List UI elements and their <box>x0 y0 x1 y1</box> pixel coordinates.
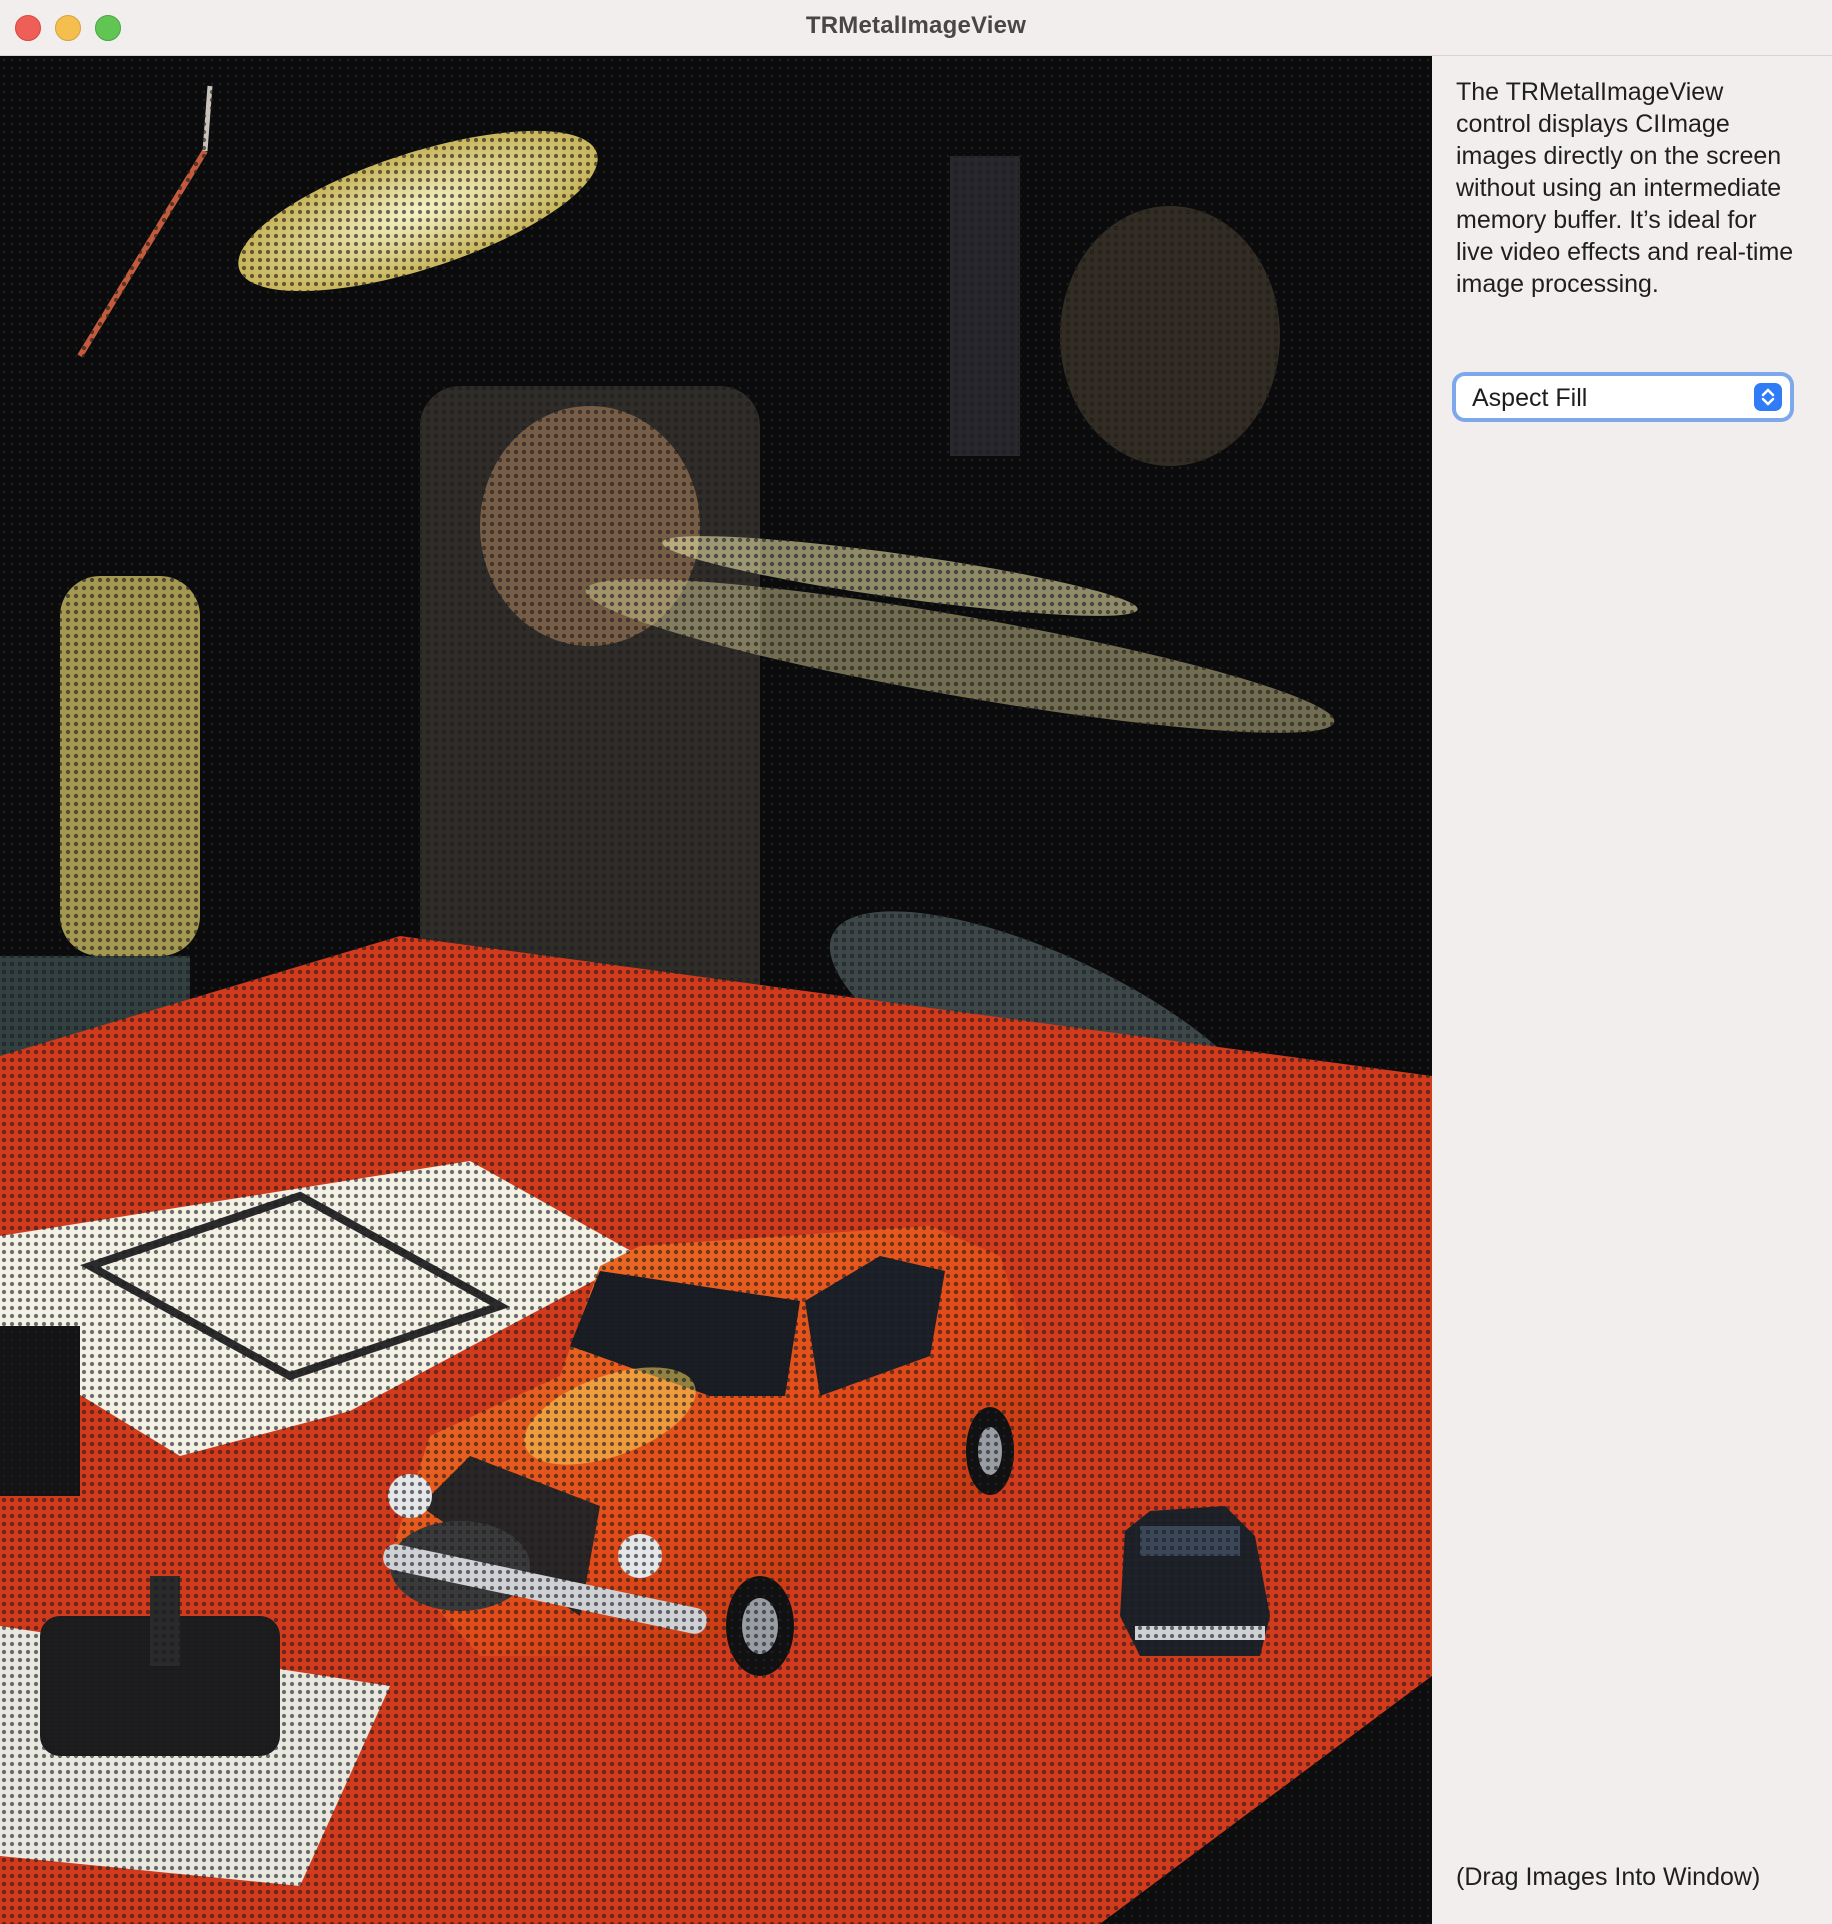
drag-images-hint: (Drag Images Into Window) <box>1456 1863 1761 1891</box>
metal-image-view[interactable] <box>0 56 1432 1924</box>
window-title: TRMetalImageView <box>805 12 1027 39</box>
halftone-image <box>0 56 1432 1924</box>
sidebar: The TRMetalImageView control displays CI… <box>1432 56 1832 1924</box>
title-bar[interactable]: TRMetalImageView <box>0 0 1832 56</box>
description-text: The TRMetalImageView control displays CI… <box>1456 78 1794 298</box>
content-mode-popup[interactable]: Aspect Fill <box>1456 376 1790 418</box>
content-mode-selected-value: Aspect Fill <box>1472 384 1588 412</box>
chevron-up-down-icon <box>1754 383 1782 411</box>
app-window: TRMetalImageView The TRMetalImageView co… <box>0 0 1832 1924</box>
